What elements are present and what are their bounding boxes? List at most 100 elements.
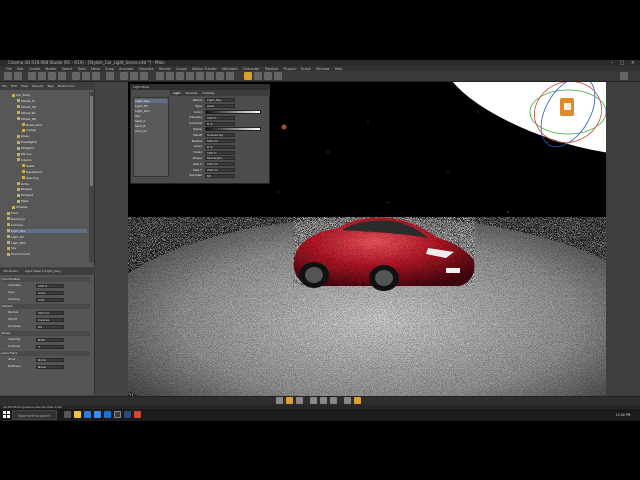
render-picture-viewer-icon[interactable] [130,72,138,80]
attribute-field[interactable]: Area [36,290,64,295]
goto-end-icon[interactable] [296,397,303,404]
tree-item[interactable]: Chassis [12,205,87,209]
tree-item[interactable]: Headlights [17,140,87,144]
attribute-section-header[interactable]: Coordinates [2,277,90,282]
pen-icon[interactable] [166,72,174,80]
play-icon[interactable] [286,397,293,404]
tree-item[interactable]: Taillights [17,146,87,150]
windows-start-icon[interactable] [3,411,10,418]
active-render-icon[interactable] [244,72,252,80]
tree-item[interactable]: Wheel_FL [17,99,87,103]
tree-item[interactable]: Dashboard [22,170,87,174]
light-list-item[interactable]: Light_Rim [135,109,167,113]
light-field-input[interactable]: 100 % [205,115,235,120]
attribute-section-header[interactable]: Details [2,304,90,309]
light-field-input[interactable]: 100 % [205,150,235,155]
light-field-input[interactable]: 200 cm [205,167,235,172]
tree-item[interactable]: Wheel_RL [17,111,87,115]
tab-shadow[interactable]: Shadow [185,91,197,95]
scale-icon[interactable] [48,72,56,80]
light-list-item[interactable]: Spot_A [135,119,167,123]
om-menu-edit[interactable]: Edit [11,84,17,88]
render-region-icon[interactable] [354,397,361,404]
tree-item[interactable]: Glass [17,134,87,138]
light-field-input[interactable]: 64 [205,173,235,178]
light-list-item[interactable]: Spot_B [135,124,167,128]
autokey-icon[interactable] [330,397,337,404]
layout-icon[interactable] [274,72,282,80]
record-icon[interactable] [310,397,317,404]
tree-item[interactable]: Grille [17,182,87,186]
gradient-ramp[interactable] [205,127,261,132]
tree-item[interactable]: Floor [7,211,87,215]
attribute-field[interactable]: None [36,364,64,369]
subdivision-icon[interactable] [176,72,184,80]
x-axis-icon[interactable] [72,72,80,80]
tree-item[interactable]: Mirrors [17,152,87,156]
cube-icon[interactable] [156,72,164,80]
attribute-field[interactable]: 64 [36,324,64,329]
tree-item[interactable]: Caliper [22,128,87,132]
tree-item[interactable]: Car_Body [12,93,87,97]
light-gizmo-dot[interactable] [281,124,287,130]
tree-item[interactable]: Wheel_RR [17,117,87,121]
task-view-icon[interactable] [64,411,71,418]
attribute-field[interactable]: Inverse [36,317,64,322]
tree-item[interactable]: Interior [17,158,87,162]
file-explorer-icon[interactable] [74,411,81,418]
store-icon[interactable] [94,411,101,418]
coordinate-system-icon[interactable] [106,72,114,80]
tree-item[interactable]: Sky [7,246,87,250]
y-axis-icon[interactable] [82,72,90,80]
attribute-field[interactable]: 3 [36,344,64,349]
light-field-input[interactable]: Light_Key [205,98,235,103]
light-icon[interactable] [226,72,234,80]
render-settings-icon[interactable] [140,72,148,80]
array-icon[interactable] [186,72,194,80]
attribute-section-header[interactable]: Noise [2,331,90,336]
undo-icon[interactable] [4,72,12,80]
attribute-field[interactable]: 100 % [36,283,64,288]
floor-icon[interactable] [206,72,214,80]
tree-item[interactable]: Exhaust [17,193,87,197]
browser-icon[interactable] [84,411,91,418]
om-menu-file[interactable]: File [2,84,7,88]
light-field-input[interactable]: 0 % [205,144,235,149]
rotate-icon[interactable] [58,72,66,80]
tree-item[interactable]: Brake_Disc [22,123,87,127]
taskbar-search-input[interactable]: Type here to search [12,410,57,420]
light-field-input[interactable]: Rectangle [205,156,235,161]
tab-visibility[interactable]: Visibility [202,91,215,95]
tree-item[interactable]: Steering [22,176,87,180]
keyframe-icon[interactable] [320,397,327,404]
scrollbar-thumb[interactable] [90,96,93,186]
goto-start-icon[interactable] [276,397,283,404]
light-list-item[interactable]: Sky [135,114,167,118]
tree-item[interactable]: Wheel_FR [17,105,87,109]
scheme-icon[interactable] [344,397,351,404]
light-field-input[interactable]: Inverse Sq [205,133,235,138]
material-icon[interactable] [264,72,272,80]
om-menu-bookmarks[interactable]: Bookmarks [58,84,75,88]
light-list-item[interactable]: Light_Key [135,99,167,103]
move-icon[interactable] [38,72,46,80]
photoshop-icon[interactable] [124,411,131,418]
om-menu-tags[interactable]: Tags [47,84,54,88]
redo-icon[interactable] [14,72,22,80]
mail-icon[interactable] [104,411,111,418]
ipr-icon[interactable] [254,72,262,80]
tree-item[interactable]: Backdrop [7,217,87,221]
taskbar-clock[interactable]: 12:40 PM [608,410,638,420]
gradient-ramp[interactable] [205,109,261,114]
tree-item[interactable]: Light_Key [7,228,87,233]
deformer-icon[interactable] [196,72,204,80]
object-manager-scrollbar[interactable] [89,92,94,262]
select-icon[interactable] [28,72,36,80]
tree-item[interactable]: Light_Fill [7,235,87,239]
cinema4d-icon[interactable] [114,411,121,418]
light-field-input[interactable]: Area [205,104,235,109]
camera-icon[interactable] [216,72,224,80]
light-field-input[interactable]: 500 cm [205,138,235,143]
tree-item[interactable]: Plate [17,199,87,203]
layout-switch-icon[interactable] [620,72,628,80]
